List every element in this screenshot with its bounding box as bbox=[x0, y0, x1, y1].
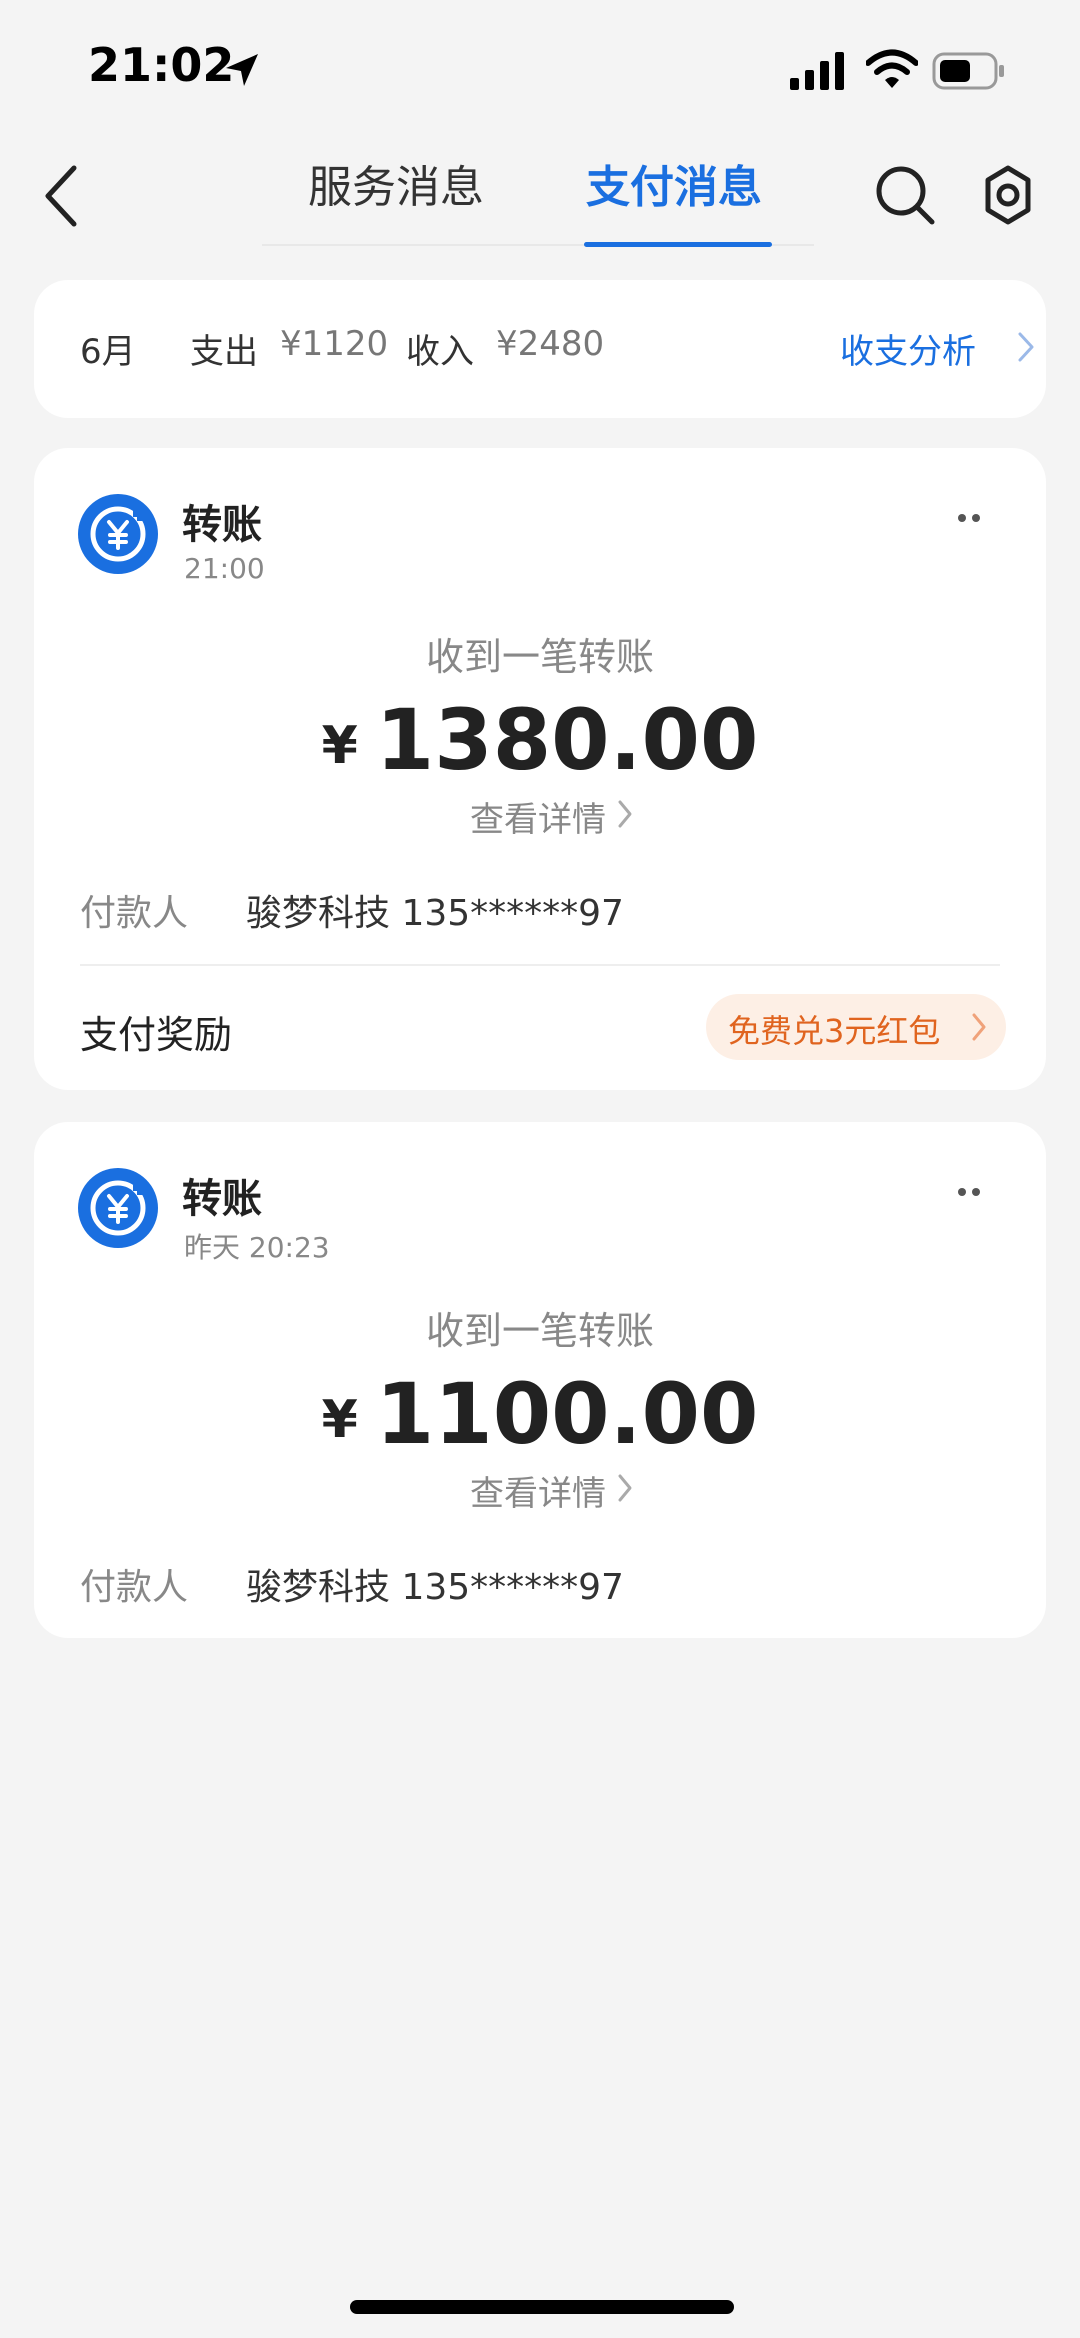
message-time: 21:00 bbox=[184, 552, 265, 585]
income-expense-analysis-link[interactable]: 收支分析 bbox=[840, 324, 976, 373]
chevron-right-icon bbox=[1018, 332, 1034, 362]
transfer-amount: ¥1100.00 bbox=[34, 1366, 1046, 1468]
message-subtitle: 收到一笔转账 bbox=[425, 635, 654, 679]
income-value: ¥2480 bbox=[496, 324, 605, 364]
expense-value: ¥1120 bbox=[280, 324, 389, 364]
location-arrow-icon bbox=[226, 54, 258, 86]
transfer-icon bbox=[78, 494, 158, 574]
transfer-amount: ¥1380.00 bbox=[34, 692, 1046, 794]
currency-symbol: ¥ bbox=[321, 1390, 358, 1450]
transfer-icon bbox=[78, 1168, 158, 1248]
redeem-red-packet-label: 免费兑3元红包 bbox=[728, 1012, 941, 1050]
payer-value: 骏梦科技 135******97 bbox=[246, 1567, 624, 1608]
divider bbox=[80, 964, 1000, 966]
tab-service-messages[interactable]: 服务消息 bbox=[308, 158, 484, 218]
status-bar: 21:02 bbox=[0, 0, 1080, 130]
active-tab-indicator bbox=[584, 242, 772, 247]
header-nav: 服务消息 支付消息 bbox=[0, 150, 1080, 260]
more-options-icon[interactable] bbox=[954, 512, 984, 524]
more-options-icon[interactable] bbox=[954, 1186, 984, 1198]
search-icon[interactable] bbox=[874, 164, 936, 226]
currency-symbol: ¥ bbox=[321, 716, 358, 776]
chevron-right-icon bbox=[618, 1474, 632, 1502]
status-time: 21:02 bbox=[88, 38, 235, 92]
gear-icon[interactable] bbox=[978, 164, 1038, 226]
transfer-message-card[interactable]: 转账 21:00 收到一笔转账 ¥1380.00 查看详情 付款人 骏梦科技 1… bbox=[34, 448, 1046, 1090]
message-time: 昨天 20:23 bbox=[184, 1231, 330, 1264]
chevron-right-icon bbox=[972, 1013, 986, 1041]
monthly-summary-card: 6月 支出 ¥1120 收入 ¥2480 收支分析 bbox=[34, 280, 1046, 418]
message-title: 转账 bbox=[182, 502, 262, 548]
view-details-link[interactable]: 查看详情 bbox=[470, 792, 606, 841]
chevron-right-icon bbox=[618, 800, 632, 828]
back-chevron-icon[interactable] bbox=[42, 162, 82, 230]
view-details-link[interactable]: 查看详情 bbox=[470, 1466, 606, 1515]
redeem-red-packet-button[interactable]: 免费兑3元红包 bbox=[706, 994, 1006, 1060]
wifi-icon bbox=[866, 49, 918, 88]
expense-label: 支出 bbox=[190, 332, 258, 372]
message-subtitle: 收到一笔转账 bbox=[425, 1309, 654, 1353]
payment-reward-label: 支付奖励 bbox=[80, 1013, 233, 1057]
tab-payment-messages[interactable]: 支付消息 bbox=[586, 158, 762, 218]
transfer-message-card[interactable]: 转账 昨天 20:23 收到一笔转账 ¥1100.00 查看详情 付款人 骏梦科… bbox=[34, 1122, 1046, 1638]
payer-label: 付款人 bbox=[80, 893, 189, 934]
amount-value: 1100.00 bbox=[375, 1365, 759, 1463]
home-indicator bbox=[350, 2300, 734, 2314]
battery-icon bbox=[932, 52, 1004, 90]
amount-value: 1380.00 bbox=[375, 691, 759, 789]
payer-value: 骏梦科技 135******97 bbox=[246, 893, 624, 934]
income-label: 收入 bbox=[406, 332, 474, 372]
message-title: 转账 bbox=[182, 1176, 262, 1222]
summary-month: 6月 bbox=[80, 332, 136, 372]
payer-label: 付款人 bbox=[80, 1567, 189, 1608]
signal-icon bbox=[790, 52, 844, 90]
